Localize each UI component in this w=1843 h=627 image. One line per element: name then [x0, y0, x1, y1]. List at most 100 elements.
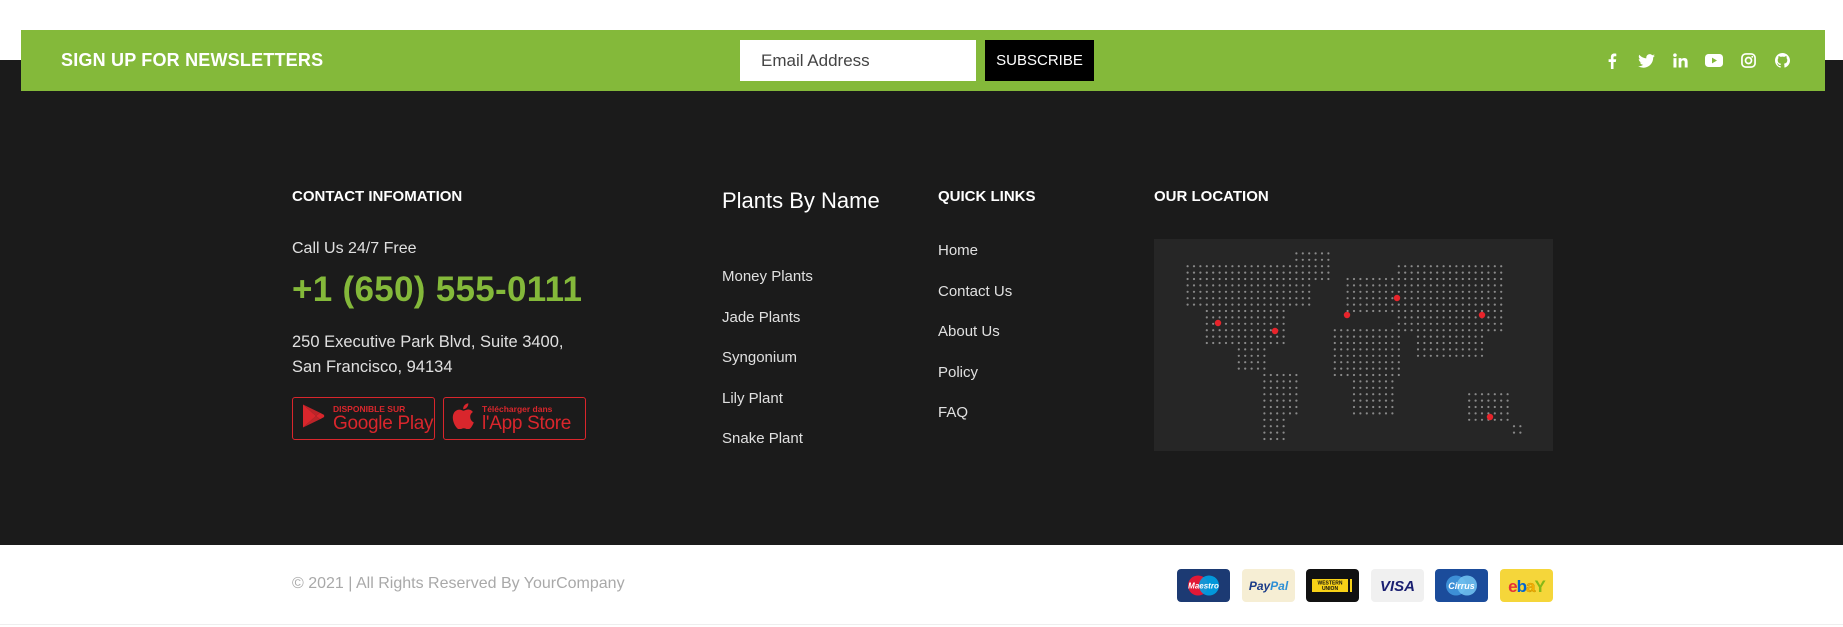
map-dot [1263, 348, 1266, 351]
cirrus-icon: Cirrus [1435, 569, 1488, 602]
map-dot [1397, 290, 1400, 293]
map-dot [1282, 437, 1285, 441]
map-dot [1263, 303, 1266, 306]
map-dot [1269, 316, 1272, 319]
map-dot [1372, 405, 1375, 409]
map-dot [1455, 284, 1458, 287]
map-dot [1276, 316, 1279, 319]
map-dot [1288, 373, 1292, 377]
quick-link-contact[interactable]: Contact Us [938, 283, 1012, 300]
map-dot [1256, 329, 1260, 332]
map-dot [1244, 329, 1247, 332]
map-dot [1384, 393, 1388, 396]
map-dot [1378, 405, 1381, 409]
map-dot [1352, 329, 1356, 332]
quick-link-about[interactable]: About Us [938, 323, 1000, 340]
map-dot [1263, 284, 1266, 287]
map-dot [1397, 316, 1400, 319]
linkedin-icon[interactable] [1671, 52, 1689, 70]
email-input[interactable] [740, 40, 976, 81]
map-dot [1205, 265, 1208, 268]
map-dot [1256, 290, 1260, 293]
youtube-icon[interactable] [1705, 52, 1723, 70]
map-dot [1333, 373, 1336, 377]
map-dot [1352, 303, 1356, 306]
plant-link-lily[interactable]: Lily Plant [722, 390, 783, 407]
map-dot [1391, 393, 1394, 396]
map-dot [1468, 354, 1471, 357]
newsletter-title: SIGN UP FOR NEWSLETTERS [61, 50, 324, 70]
map-dot [1263, 367, 1266, 370]
map-dot [1500, 290, 1503, 293]
map-dot [1218, 303, 1221, 306]
facebook-icon[interactable] [1603, 52, 1621, 70]
map-dot [1436, 341, 1439, 345]
map-dot [1237, 265, 1240, 268]
map-dot [1397, 341, 1400, 345]
map-dot [1320, 258, 1324, 261]
subscribe-button[interactable]: SUBSCRIBE [985, 40, 1094, 81]
map-dot [1442, 354, 1445, 357]
map-dot [1263, 373, 1266, 377]
map-dot [1359, 341, 1362, 345]
map-dot [1397, 373, 1400, 377]
map-dot [1205, 316, 1208, 319]
github-icon[interactable] [1773, 52, 1791, 70]
map-dot [1295, 373, 1298, 377]
map-dot [1192, 277, 1196, 281]
map-dot [1263, 399, 1266, 402]
map-dot [1244, 341, 1247, 345]
map-dot [1269, 265, 1272, 268]
map-dot [1468, 316, 1471, 319]
map-dot [1384, 284, 1388, 287]
map-dot [1436, 297, 1439, 300]
map-dot [1487, 265, 1490, 268]
map-dot [1391, 386, 1394, 389]
quick-link-policy[interactable]: Policy [938, 364, 978, 381]
plant-link-money[interactable]: Money Plants [722, 268, 813, 285]
twitter-icon[interactable] [1637, 52, 1655, 70]
map-dot [1263, 405, 1266, 409]
map-dot [1378, 380, 1381, 383]
app-store-button[interactable]: Télécharger dans l'App Store [443, 397, 586, 440]
map-dot [1308, 303, 1311, 306]
google-play-button[interactable]: DISPONIBLE SUR Google Play [292, 397, 435, 440]
map-dot [1244, 284, 1247, 287]
plant-link-snake[interactable]: Snake Plant [722, 430, 803, 447]
map-dot [1410, 265, 1413, 268]
map-dot [1288, 399, 1292, 402]
map-dot [1474, 418, 1477, 421]
map-dot [1474, 329, 1477, 332]
map-dot [1372, 412, 1375, 415]
map-dot [1244, 367, 1247, 370]
map-dot [1346, 284, 1349, 287]
map-dot [1429, 297, 1432, 300]
map-dot [1474, 271, 1477, 274]
map-dot [1455, 297, 1458, 300]
quick-link-faq[interactable]: FAQ [938, 404, 968, 421]
map-dot [1237, 367, 1240, 370]
map-dot [1359, 309, 1362, 313]
map-dot [1244, 290, 1247, 293]
map-dot [1282, 341, 1285, 345]
quick-link-home[interactable]: Home [938, 242, 978, 259]
map-dot [1410, 303, 1413, 306]
map-dot [1250, 367, 1253, 370]
map-dot [1493, 290, 1496, 293]
map-dot [1192, 284, 1196, 287]
map-dot [1244, 361, 1247, 364]
map-dot [1384, 361, 1388, 364]
plant-link-jade[interactable]: Jade Plants [722, 309, 800, 326]
map-dot [1276, 425, 1279, 428]
map-dot [1468, 322, 1471, 325]
map-dot [1340, 348, 1343, 351]
map-dot [1397, 354, 1400, 357]
map-dot [1314, 252, 1317, 255]
map-dot [1397, 277, 1400, 281]
map-dot [1448, 341, 1452, 345]
map-dot [1429, 335, 1432, 338]
instagram-icon[interactable] [1739, 52, 1757, 70]
map-dot [1384, 367, 1388, 370]
plant-link-syngonium[interactable]: Syngonium [722, 349, 797, 366]
map-dot [1282, 386, 1285, 389]
